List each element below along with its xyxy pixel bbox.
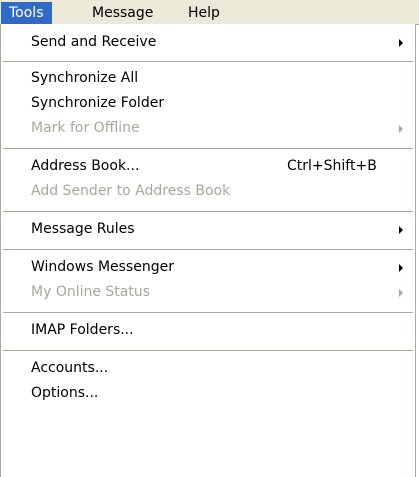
submenu-arrow-icon [399, 289, 403, 297]
menu-item-label: IMAP Folders... [31, 322, 134, 338]
menu-item-label: Send and Receive [31, 34, 157, 50]
menu-item-send-and-receive[interactable]: Send and Receive [1, 30, 416, 55]
menu-item-options[interactable]: Options... [1, 381, 416, 406]
menu-item-synchronize-folder[interactable]: Synchronize Folder [1, 91, 416, 116]
menu-item-label: Add Sender to Address Book [31, 183, 231, 199]
menu-separator [3, 249, 413, 250]
submenu-arrow-icon [399, 125, 403, 133]
menu-item-imap-folders[interactable]: IMAP Folders... [1, 318, 416, 343]
menu-item-label: Message Rules [31, 221, 135, 237]
menu-item-label: Synchronize All [31, 70, 139, 86]
menu-item-label: Address Book... [31, 158, 140, 174]
menu-separator [3, 312, 413, 313]
submenu-arrow-icon [399, 264, 403, 272]
menu-item-add-sender-to-address-book[interactable]: Add Sender to Address Book [1, 179, 416, 204]
menu-item-accounts[interactable]: Accounts... [1, 356, 416, 381]
tools-dropdown-menu: Send and Receive Synchronize All Synchro… [0, 24, 416, 477]
menu-item-windows-messenger[interactable]: Windows Messenger [1, 255, 416, 280]
menu-bar: Tools Message Help [0, 0, 419, 25]
menu-tools[interactable]: Tools [1, 2, 52, 24]
submenu-arrow-icon [399, 226, 403, 234]
menu-item-label: Synchronize Folder [31, 95, 165, 111]
menu-item-address-book[interactable]: Address Book... Ctrl+Shift+B [1, 154, 416, 179]
menu-item-my-online-status[interactable]: My Online Status [1, 280, 416, 305]
menu-help[interactable]: Help [180, 2, 228, 24]
menu-item-message-rules[interactable]: Message Rules [1, 217, 416, 242]
menu-separator [3, 148, 413, 149]
menu-item-shortcut: Ctrl+Shift+B [287, 158, 377, 174]
menu-separator [3, 211, 413, 212]
menu-item-label: Accounts... [31, 360, 109, 376]
submenu-arrow-icon [399, 39, 403, 47]
menu-item-label: Mark for Offline [31, 120, 140, 136]
menu-item-label: Windows Messenger [31, 259, 174, 275]
menu-item-label: Options... [31, 385, 99, 401]
menu-message[interactable]: Message [84, 2, 161, 24]
menu-item-synchronize-all[interactable]: Synchronize All [1, 66, 416, 91]
menu-separator [3, 61, 413, 62]
menu-separator [3, 350, 413, 351]
menu-item-label: My Online Status [31, 284, 151, 300]
menu-item-mark-for-offline[interactable]: Mark for Offline [1, 116, 416, 141]
